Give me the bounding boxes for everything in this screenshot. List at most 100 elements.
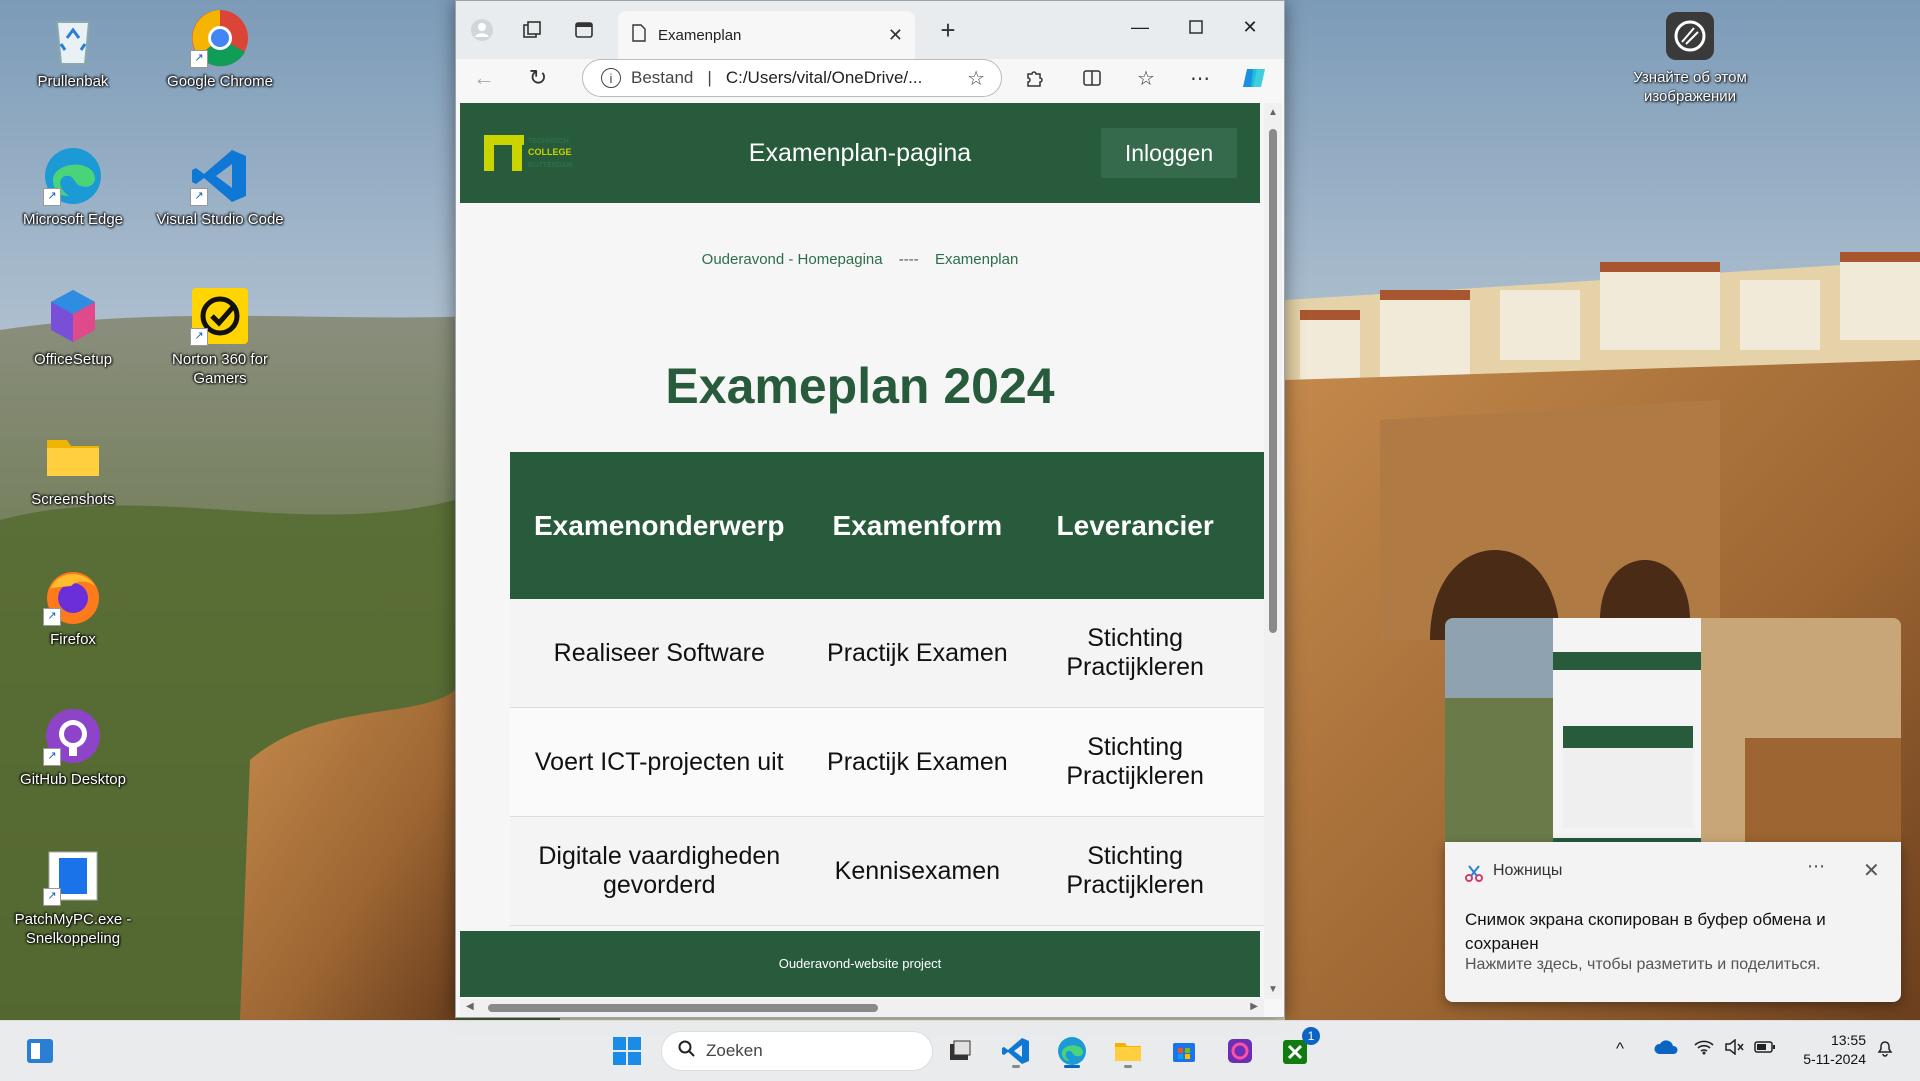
taskbar-store-icon[interactable]	[1164, 1031, 1204, 1071]
taskbar-edge-icon[interactable]	[1052, 1031, 1092, 1071]
snipping-tool-notification[interactable]: Ножницы ⋯ ✕ Снимок экрана скопирован в б…	[1445, 842, 1901, 1002]
window-close-icon[interactable]: ✕	[1222, 11, 1278, 43]
desktop-icon-norton[interactable]: ↗ Norton 360 for Gamers	[152, 286, 288, 388]
favorite-star-icon[interactable]: ☆	[967, 66, 985, 91]
copilot-icon[interactable]	[1238, 63, 1270, 93]
favorites-icon[interactable]: ☆	[1130, 63, 1162, 93]
notification-app-name: Ножницы	[1493, 862, 1563, 879]
taskbar-xbox-icon[interactable]: 1	[1276, 1027, 1320, 1071]
new-tab-icon[interactable]: +	[932, 15, 964, 45]
tray-overflow-icon[interactable]: ^	[1616, 1039, 1624, 1059]
table-header-row: Examenonderwerp Examenform Leverancier	[510, 452, 1264, 599]
volume-muted-icon[interactable]	[1724, 1038, 1744, 1060]
edge-browser-window: Examenplan ✕ + — ✕ ← ↻ i Bestand | C:/Us…	[455, 0, 1285, 1018]
table-cell: Voert ICT-projecten uit	[510, 707, 809, 817]
learn-about-image-icon[interactable]: Узнайте об этом изображении	[1620, 10, 1760, 106]
page-viewport: TECHNISCH COLLEGE ROTTERDAM Examenplan-p…	[460, 103, 1264, 999]
column-header: Examenonderwerp	[510, 452, 809, 599]
desktop-icon-recycle-bin[interactable]: Prullenbak	[5, 8, 141, 91]
breadcrumb-current-link[interactable]: Examenplan	[935, 251, 1018, 268]
refresh-icon[interactable]: ↻	[522, 63, 554, 93]
tab-examenplan[interactable]: Examenplan ✕	[618, 11, 915, 59]
desktop-icon-label: Norton 360 for Gamers	[172, 351, 268, 387]
profile-icon[interactable]	[466, 15, 498, 45]
desktop-icon-microsoft-edge[interactable]: ↗ Microsoft Edge	[5, 146, 141, 229]
clock-date: 5-11-2024	[1803, 1051, 1866, 1067]
recycle-bin-icon	[43, 8, 103, 68]
tab-title: Examenplan	[658, 26, 742, 44]
widgets-icon[interactable]	[20, 1031, 60, 1071]
desktop-icon-github-desktop[interactable]: ↗ GitHub Desktop	[5, 706, 141, 789]
breadcrumb-home-link[interactable]: Ouderavond - Homepagina	[702, 251, 883, 268]
onedrive-icon[interactable]	[1654, 1039, 1678, 1060]
desktop-icon-screenshots[interactable]: Screenshots	[5, 426, 141, 509]
search-icon	[678, 1040, 696, 1063]
notifications-bell-icon[interactable]	[1876, 1039, 1894, 1062]
info-icon[interactable]: i	[601, 68, 621, 88]
running-indicator	[1012, 1065, 1020, 1068]
scroll-up-icon[interactable]: ▲	[1268, 107, 1278, 118]
address-separator: |	[707, 68, 712, 87]
notification-close-icon[interactable]: ✕	[1863, 858, 1880, 883]
back-icon[interactable]: ←	[468, 63, 500, 93]
desktop-icon-label: Google Chrome	[167, 73, 273, 90]
shortcut-arrow-icon: ↗	[190, 188, 208, 206]
scroll-down-icon[interactable]: ▼	[1268, 984, 1278, 995]
site-header: TECHNISCH COLLEGE ROTTERDAM Examenplan-p…	[460, 103, 1260, 203]
table-row: Digitale vaardigheden gevorderd Kennisex…	[510, 816, 1264, 926]
vertical-scroll-thumb[interactable]	[1269, 129, 1277, 633]
taskbar-vscode-icon[interactable]	[996, 1031, 1036, 1071]
desktop-icon-google-chrome[interactable]: ↗ Google Chrome	[152, 8, 288, 91]
desktop-icon-patchmypc[interactable]: ↗ PatchMyPC.exe - Snelkoppeling	[5, 846, 141, 948]
maximize-icon[interactable]	[1168, 11, 1224, 43]
tab-close-icon[interactable]: ✕	[888, 25, 903, 46]
battery-icon[interactable]	[1754, 1039, 1776, 1059]
split-screen-icon[interactable]	[1076, 63, 1108, 93]
table-cell: Stichting Practijkleren	[1026, 599, 1245, 708]
desktop-icon-label: PatchMyPC.exe - Snelkoppeling	[14, 911, 132, 947]
start-icon[interactable]	[607, 1031, 647, 1071]
browser-titlebar: Examenplan ✕ + — ✕	[456, 1, 1284, 59]
shortcut-arrow-icon: ↗	[43, 888, 61, 906]
task-view-icon[interactable]	[940, 1031, 980, 1071]
vertical-scrollbar[interactable]: ▲ ▼	[1264, 103, 1282, 999]
desktop-icon-visual-studio-code[interactable]: ↗ Visual Studio Code	[152, 146, 288, 229]
table-cell: Practijk Examen	[808, 599, 1027, 708]
chrome-icon: ↗	[190, 8, 250, 68]
table-cell: Stichting Practijkleren	[1026, 816, 1245, 926]
desktop-icon-firefox[interactable]: ↗ Firefox	[5, 566, 141, 649]
taskbar-app-icon[interactable]	[1220, 1031, 1260, 1071]
table-cell: Kennisexamen	[808, 816, 1027, 926]
scroll-right-icon[interactable]: ▶	[1250, 1001, 1258, 1012]
desktop-icon-label: OfficeSetup	[33, 351, 113, 368]
taskbar-search[interactable]: Zoeken	[661, 1031, 933, 1071]
firefox-icon: ↗	[43, 566, 103, 626]
wifi-icon[interactable]	[1694, 1039, 1714, 1060]
horizontal-scroll-thumb[interactable]	[488, 1004, 878, 1012]
minimize-icon[interactable]: —	[1112, 11, 1168, 43]
notification-badge: 1	[1302, 1027, 1320, 1045]
vertical-tabs-icon[interactable]	[568, 15, 600, 45]
security-label: Bestand	[631, 68, 694, 87]
column-header: Examenform	[808, 452, 1027, 599]
login-button[interactable]: Inloggen	[1101, 128, 1237, 178]
screenshot-preview[interactable]	[1445, 618, 1901, 845]
notification-action-text[interactable]: Нажмите здесь, чтобы разметить и поделит…	[1465, 956, 1885, 974]
github-icon: ↗	[43, 706, 103, 766]
table-cell	[1244, 707, 1264, 817]
clock[interactable]: 13:55 5-11-2024	[1790, 1031, 1866, 1069]
more-options-icon[interactable]: ⋯	[1184, 63, 1216, 93]
scroll-left-icon[interactable]: ◀	[466, 1001, 474, 1012]
extensions-icon[interactable]	[1018, 63, 1050, 93]
shortcut-arrow-icon: ↗	[43, 188, 61, 206]
horizontal-scrollbar[interactable]: ◀ ▶	[460, 999, 1264, 1017]
desktop-icon-label: Screenshots	[31, 491, 115, 508]
table-cell	[1244, 599, 1264, 708]
snipping-tool-icon	[1465, 864, 1483, 882]
notification-more-icon[interactable]: ⋯	[1807, 856, 1825, 877]
address-bar[interactable]: i Bestand | C:/Users/vital/OneDrive/... …	[582, 59, 1002, 97]
column-header-clipped	[1244, 452, 1264, 599]
workspaces-icon[interactable]	[516, 15, 548, 45]
desktop-icon-officesetup[interactable]: OfficeSetup	[5, 286, 141, 369]
taskbar-file-explorer-icon[interactable]	[1108, 1031, 1148, 1071]
